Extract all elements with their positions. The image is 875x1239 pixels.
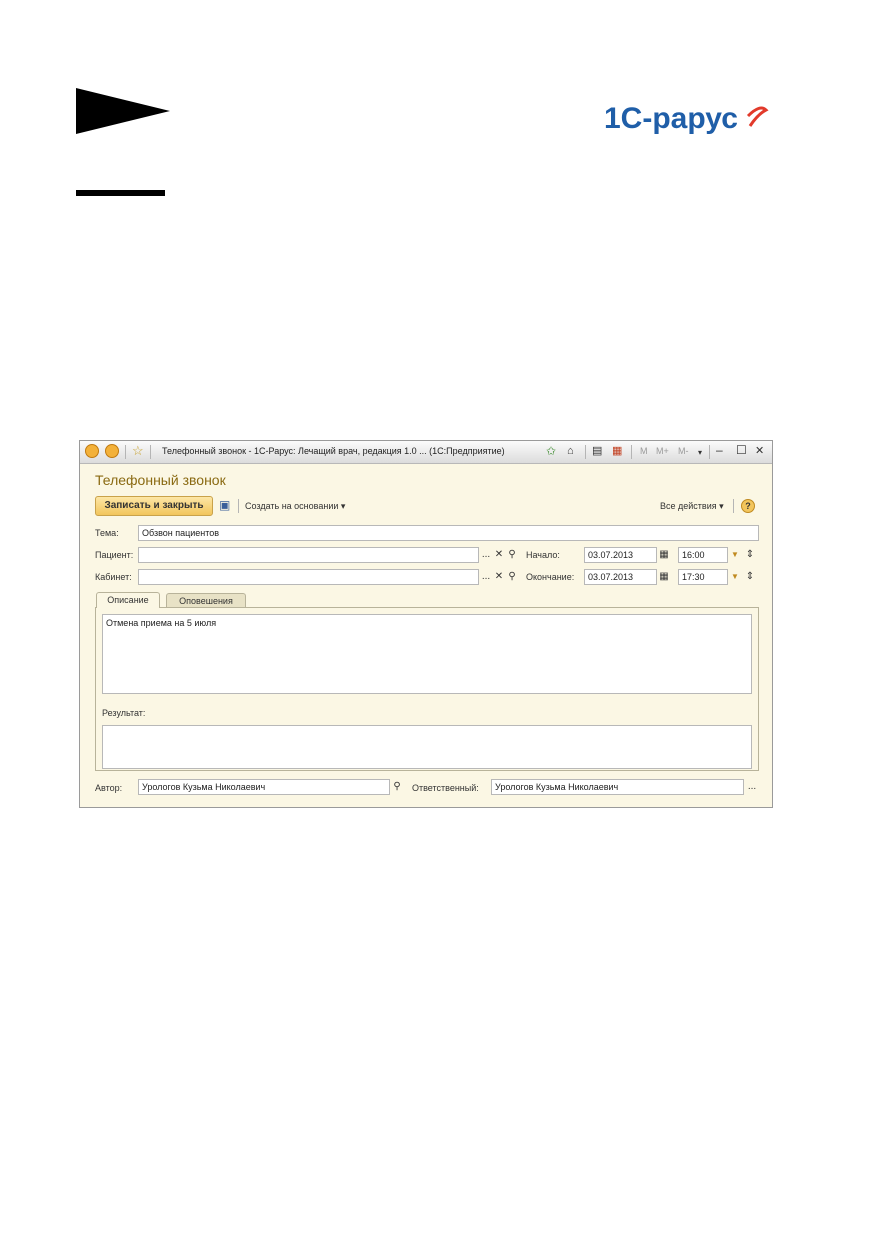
titlebar-separator xyxy=(585,445,586,459)
description-textarea[interactable]: Отмена приема на 5 июля xyxy=(102,614,752,694)
end-date-input[interactable]: 03.07.2013 xyxy=(584,569,657,585)
end-label: Окончание: xyxy=(526,572,575,582)
maximize-icon[interactable]: ☐ xyxy=(736,443,747,457)
titlebar-separator xyxy=(150,445,151,459)
svg-text:1С-рарус: 1С-рарус xyxy=(604,102,738,135)
patient-clear-icon[interactable]: ✕ xyxy=(493,548,505,562)
patient-select-button[interactable]: ... xyxy=(480,548,492,562)
window-titlebar: ☆ Телефонный звонок - 1С-Рарус: Лечащий … xyxy=(80,441,772,464)
1c-rarus-logo: 1С-рарус xyxy=(604,102,769,135)
patient-search-icon[interactable]: ⚲ xyxy=(506,548,518,562)
titlebar-separator xyxy=(631,445,632,459)
end-time-input[interactable]: 17:30 xyxy=(678,569,728,585)
end-time-dropdown-icon[interactable]: ▼ xyxy=(729,570,741,584)
cabinet-label: Кабинет: xyxy=(95,572,132,582)
start-calendar-icon[interactable]: ▦ xyxy=(658,548,670,562)
form-title: Телефонный звонок xyxy=(95,472,226,488)
black-triangle-marker xyxy=(76,88,170,134)
save-floppy-icon[interactable]: ▣ xyxy=(219,498,230,512)
minimize-icon[interactable]: – xyxy=(716,443,723,457)
author-input[interactable]: Урологов Кузьма Николаевич xyxy=(138,779,390,795)
save-and-close-button[interactable]: Записать и закрыть xyxy=(95,496,213,516)
end-calendar-icon[interactable]: ▦ xyxy=(658,570,670,584)
responsible-label: Ответственный: xyxy=(412,783,479,793)
topic-input[interactable]: Обзвон пациентов xyxy=(138,525,759,541)
1c-app-icon[interactable] xyxy=(85,444,99,458)
phone-call-window: ☆ Телефонный звонок - 1С-Рарус: Лечащий … xyxy=(79,440,773,808)
responsible-input[interactable]: Урологов Кузьма Николаевич xyxy=(491,779,744,795)
patient-label: Пациент: xyxy=(95,550,134,560)
link-icon[interactable]: ⌂ xyxy=(567,444,574,458)
memory-m-plus-button[interactable]: M+ xyxy=(656,446,669,456)
memory-m-button[interactable]: M xyxy=(640,446,648,456)
start-time-spinner-icon[interactable]: ⇕ xyxy=(744,548,756,562)
calendar-icon[interactable]: ▦ xyxy=(612,444,622,458)
cabinet-select-button[interactable]: ... xyxy=(480,570,492,584)
titlebar-separator xyxy=(709,445,710,459)
start-time-input[interactable]: 16:00 xyxy=(678,547,728,563)
chevron-down-icon[interactable]: ▾ xyxy=(698,446,702,460)
command-separator xyxy=(238,499,239,513)
author-search-icon[interactable]: ⚲ xyxy=(391,780,403,794)
document-icon[interactable]: ▤ xyxy=(592,444,602,458)
close-icon[interactable]: ✕ xyxy=(755,444,764,458)
patient-input[interactable] xyxy=(138,547,479,563)
create-based-on-button[interactable]: Создать на основании ▾ xyxy=(245,501,345,512)
responsible-select-button[interactable]: ... xyxy=(745,780,759,794)
author-label: Автор: xyxy=(95,783,123,793)
black-underline-bar xyxy=(76,190,165,196)
favorites-star-icon[interactable]: ☆ xyxy=(132,444,144,458)
cabinet-input[interactable] xyxy=(138,569,479,585)
navigation-menu-icon[interactable] xyxy=(105,444,119,458)
result-label: Результат: xyxy=(102,708,146,718)
tab-description[interactable]: Описание xyxy=(96,592,160,608)
topic-label: Тема: xyxy=(95,528,119,538)
add-favorite-icon[interactable]: ✩ xyxy=(546,444,556,458)
result-textarea[interactable] xyxy=(102,725,752,769)
start-date-input[interactable]: 03.07.2013 xyxy=(584,547,657,563)
cabinet-search-icon[interactable]: ⚲ xyxy=(506,570,518,584)
memory-m-minus-button[interactable]: M- xyxy=(678,446,689,456)
end-time-spinner-icon[interactable]: ⇕ xyxy=(744,570,756,584)
cabinet-clear-icon[interactable]: ✕ xyxy=(493,570,505,584)
titlebar-separator xyxy=(125,445,126,459)
command-separator xyxy=(733,499,734,513)
start-time-dropdown-icon[interactable]: ▼ xyxy=(729,548,741,562)
help-icon[interactable]: ? xyxy=(741,499,755,513)
window-title: Телефонный звонок - 1С-Рарус: Лечащий вр… xyxy=(162,446,505,456)
tab-panel: Отмена приема на 5 июля Результат: xyxy=(95,607,759,771)
all-actions-button[interactable]: Все действия ▾ xyxy=(660,501,724,512)
start-label: Начало: xyxy=(526,550,560,560)
